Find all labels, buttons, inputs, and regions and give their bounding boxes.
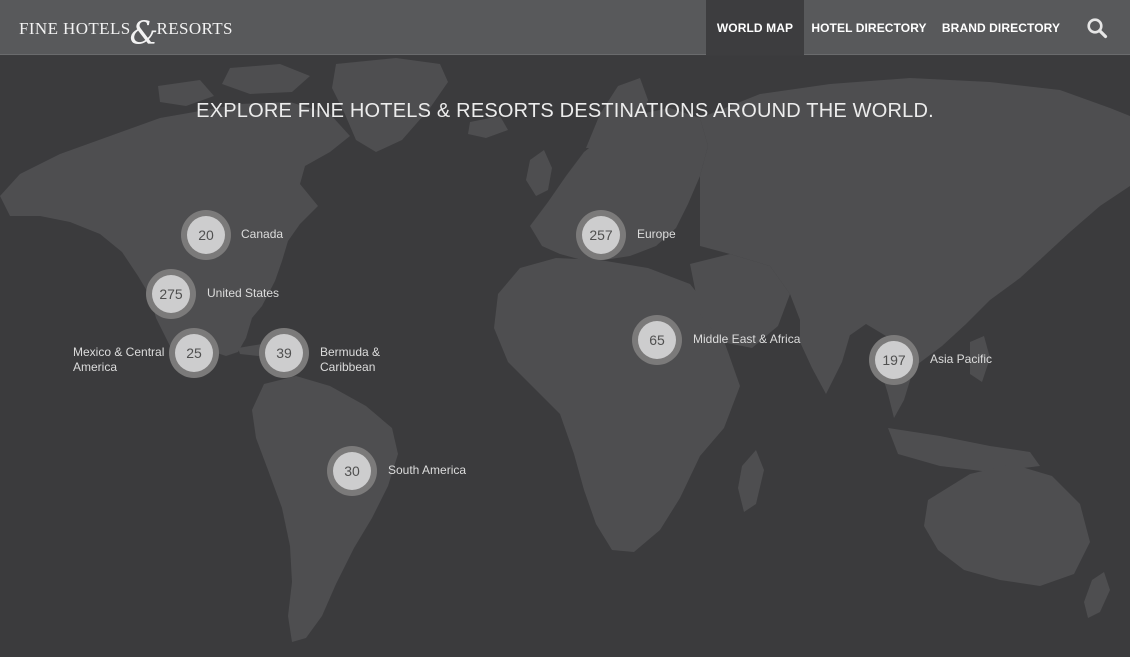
marker-mexico-central-america[interactable]: 25 [169, 328, 219, 378]
search-button[interactable] [1085, 16, 1109, 40]
region-label-line: Caribbean [320, 360, 376, 374]
region-label-line: Mexico & Central [73, 345, 165, 359]
marker-count: 20 [187, 216, 225, 254]
page-headline: EXPLORE FINE HOTELS & RESORTS DESTINATIO… [196, 100, 934, 122]
marker-count: 39 [265, 334, 303, 372]
search-icon [1087, 18, 1108, 39]
marker-count: 197 [875, 341, 913, 379]
marker-count: 257 [582, 216, 620, 254]
region-label-canada[interactable]: Canada [241, 227, 283, 242]
marker-bermuda-caribbean[interactable]: 39 [259, 328, 309, 378]
marker-canada[interactable]: 20 [181, 210, 231, 260]
marker-asia-pacific[interactable]: 197 [869, 335, 919, 385]
marker-count: 275 [152, 275, 190, 313]
region-label-line: America [73, 360, 118, 374]
region-label-south-america[interactable]: South America [388, 463, 466, 478]
marker-europe[interactable]: 257 [576, 210, 626, 260]
marker-united-states[interactable]: 275 [146, 269, 196, 319]
marker-count: 65 [638, 321, 676, 359]
nav-hotel-directory[interactable]: HOTEL DIRECTORY [804, 0, 934, 55]
region-label-line: Bermuda & [320, 345, 381, 359]
marker-count: 25 [175, 334, 213, 372]
region-label-united-states[interactable]: United States [207, 286, 279, 301]
region-label-bermuda-caribbean[interactable]: Bermuda & Caribbean [320, 345, 380, 375]
nav-world-map[interactable]: WORLD MAP [706, 0, 804, 55]
logo-text-left: FINE HOTELS [19, 19, 131, 38]
marker-middle-east-africa[interactable]: 65 [632, 315, 682, 365]
logo-ampersand: & [129, 14, 159, 52]
top-nav: FINE HOTELS & RESORTS WORLD MAP HOTEL DI… [0, 0, 1130, 55]
marker-count: 30 [333, 452, 371, 490]
region-label-mexico-central-america[interactable]: Mexico & Central America [73, 345, 164, 375]
region-label-asia-pacific[interactable]: Asia Pacific [930, 352, 992, 367]
nav-brand-directory[interactable]: BRAND DIRECTORY [934, 0, 1068, 55]
region-label-europe[interactable]: Europe [637, 227, 676, 242]
region-label-middle-east-africa[interactable]: Middle East & Africa [693, 332, 800, 347]
brand-logo[interactable]: FINE HOTELS & RESORTS [19, 13, 233, 52]
nav-menu: WORLD MAP HOTEL DIRECTORY BRAND DIRECTOR… [706, 0, 1068, 55]
logo-text-right: RESORTS [156, 19, 233, 38]
marker-south-america[interactable]: 30 [327, 446, 377, 496]
